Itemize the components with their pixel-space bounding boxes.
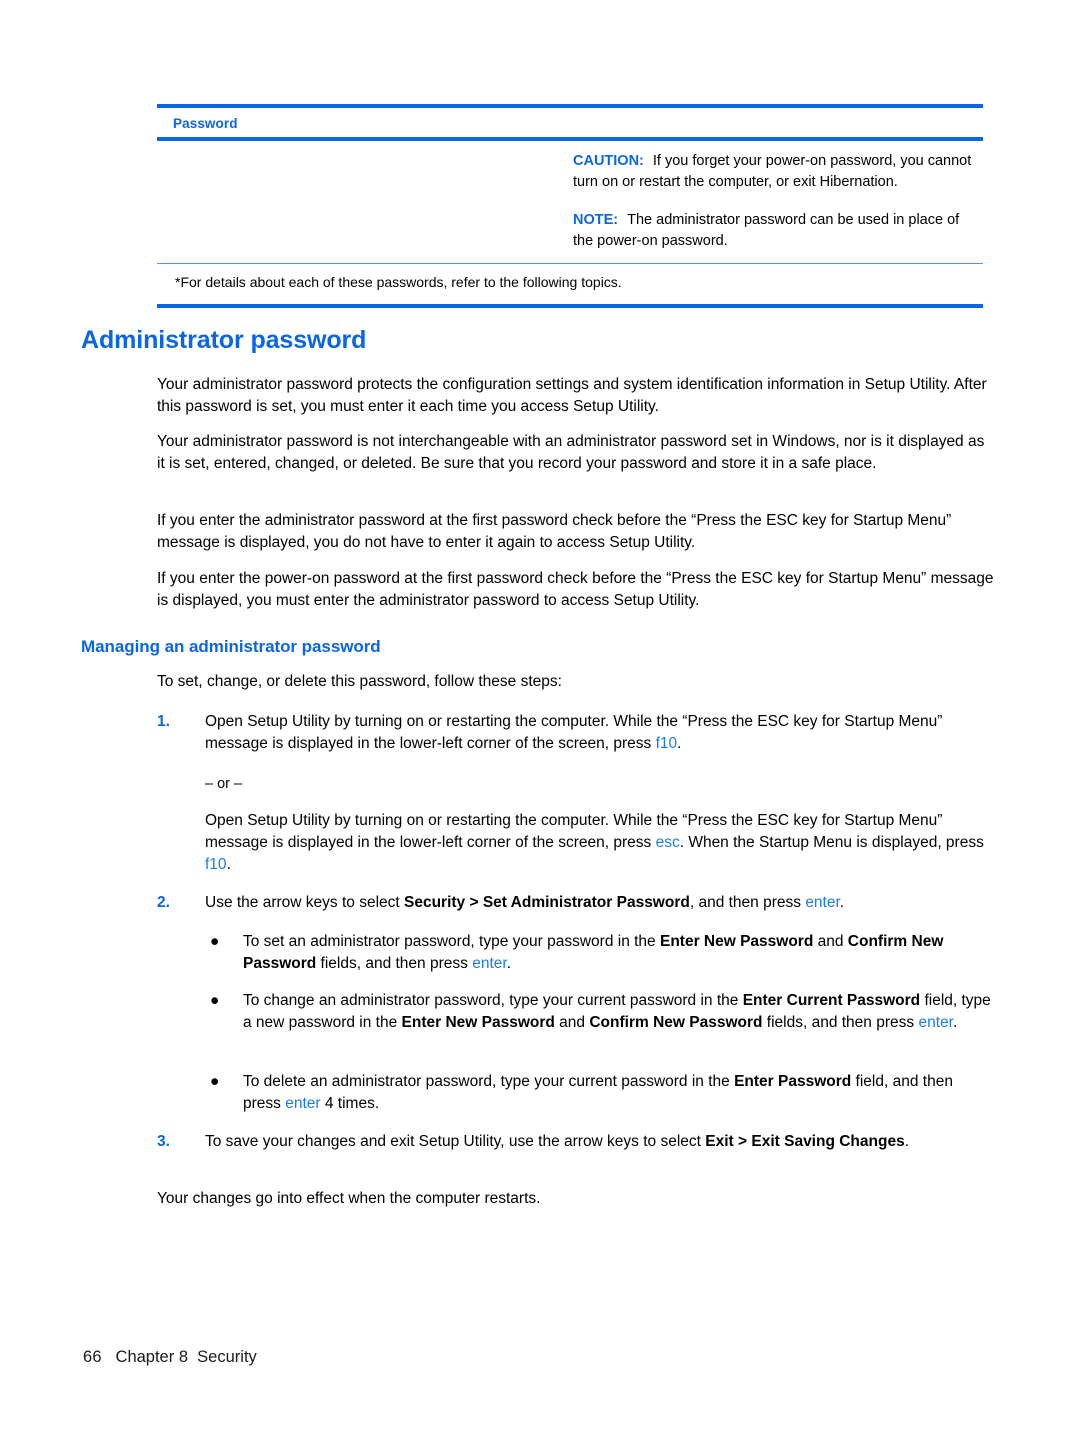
bullet-1-text: To set an administrator password, type y…	[243, 931, 995, 975]
key-esc: esc	[655, 834, 680, 852]
page-footer: 66 Chapter 8 Security	[83, 1348, 257, 1367]
paragraph-4-wrapper: If you enter the power-on password at th…	[157, 568, 995, 612]
step-2: 2. Use the arrow keys to select Security…	[157, 892, 995, 914]
table-header-cell: Password	[173, 116, 238, 131]
step-3: 3. To save your changes and exit Setup U…	[157, 1131, 995, 1153]
step-2-number: 2.	[157, 894, 170, 911]
key-enter-bullet3: enter	[285, 1095, 321, 1113]
bullet-2-text: To change an administrator password, typ…	[243, 990, 995, 1034]
bullet-1-text-b: and	[813, 933, 848, 950]
step-1-text-b: .	[677, 735, 682, 753]
note-label: NOTE:	[573, 212, 619, 229]
paragraph-3: If you enter the administrator password …	[157, 512, 952, 552]
list-item-delete-password: ● To delete an administrator password, t…	[205, 1071, 995, 1115]
step-2-text-b: , and then press	[689, 894, 806, 911]
bullet-3-text-a: To delete an administrator password, typ…	[243, 1073, 735, 1090]
step-3-text-b: .	[904, 1133, 910, 1150]
bullet-2-text-e: .	[952, 1014, 958, 1032]
key-enter-bullet1: enter	[472, 955, 507, 973]
table-bottom-rule	[157, 303, 983, 308]
field-enter-new-password: Enter New Password	[659, 933, 814, 950]
key-enter-step2: enter	[805, 894, 840, 911]
step-3-text-a: To save your changes and exit Setup Util…	[205, 1133, 706, 1150]
note-text: The administrator password can be used i…	[573, 212, 960, 249]
bullet-glyph-1: ●	[210, 933, 220, 950]
page-title: Administrator password	[81, 326, 367, 354]
paragraph-1: Your administrator password protects the…	[157, 376, 987, 416]
step-1-alt-text-c: .	[226, 856, 231, 874]
list-item-change-password: ● To change an administrator password, t…	[205, 990, 995, 1034]
document-page: Password CAUTION: If you forget your powe…	[0, 0, 1080, 1437]
steps-intro: To set, change, or delete this password,…	[157, 673, 562, 690]
step-1-alt-body: Open Setup Utility by turning on or rest…	[205, 810, 995, 876]
closing-paragraph: Your changes go into effect when the com…	[157, 1190, 541, 1207]
key-f10: f10	[655, 735, 678, 753]
password-table: Password CAUTION: If you forget your powe…	[157, 104, 983, 308]
bullet-1-body: To set an administrator password, type y…	[243, 931, 995, 975]
paragraph-2: Your administrator password is not inter…	[157, 433, 985, 473]
step-1-number: 1.	[157, 713, 170, 730]
or-separator: – or –	[205, 776, 243, 792]
step-3-text: To save your changes and exit Setup Util…	[205, 1131, 995, 1153]
paragraph-3-wrapper: If you enter the administrator password …	[157, 510, 995, 554]
table-cell-right: CAUTION: If you forget your power-on pass…	[573, 151, 983, 251]
step-1-body: Open Setup Utility by turning on or rest…	[205, 711, 995, 755]
bullet-1-text-a: To set an administrator password, type y…	[243, 933, 660, 950]
steps-intro-wrapper: To set, change, or delete this password,…	[157, 671, 995, 693]
step-2-menu-path: Security > Set Administrator Password	[404, 894, 690, 911]
bullet-3-text: To delete an administrator password, typ…	[243, 1071, 995, 1115]
footer-section: Security	[197, 1348, 257, 1366]
paragraph-4: If you enter the power-on password at th…	[157, 570, 994, 610]
step-1-alt-text-b: . When the Startup Menu is displayed, pr…	[679, 834, 984, 852]
key-enter-bullet2: enter	[918, 1014, 953, 1032]
step-2-text-c: .	[839, 894, 845, 911]
step-2-text: Use the arrow keys to select Security > …	[205, 892, 995, 914]
paragraph-2-wrapper: Your administrator password is not inter…	[157, 431, 995, 475]
bullet-2-text-a: To change an administrator password, typ…	[243, 992, 743, 1009]
bullet-1-text-d: .	[506, 955, 511, 973]
table-footnote: *For details about each of these passwor…	[175, 274, 622, 291]
step-1-alt-text: Open Setup Utility by turning on or rest…	[205, 810, 995, 876]
step-1-text-a: Open Setup Utility by turning on or rest…	[205, 713, 943, 753]
bullet-3-text-c: 4 times.	[320, 1095, 380, 1113]
step-3-number: 3.	[157, 1133, 170, 1150]
bullet-2-text-d: fields, and then press	[762, 1014, 919, 1032]
step-1: 1. Open Setup Utility by turning on or r…	[157, 711, 995, 755]
footer-page-number: 66	[83, 1348, 102, 1366]
bullet-1-text-c: fields, and then press	[316, 955, 473, 973]
step-1-alternative: Open Setup Utility by turning on or rest…	[157, 810, 995, 876]
paragraph-1-wrapper: Your administrator password protects the…	[157, 374, 995, 418]
caution-label: CAUTION:	[573, 153, 644, 169]
table-cell-left-empty	[157, 151, 573, 251]
section-heading-managing: Managing an administrator password	[81, 637, 381, 656]
step-3-menu-path: Exit > Exit Saving Changes	[705, 1133, 905, 1150]
step-1-alt-spacer	[157, 810, 205, 876]
field-enter-password: Enter Password	[734, 1073, 852, 1090]
key-f10-alt: f10	[205, 856, 227, 874]
list-item-set-password: ● To set an administrator password, type…	[205, 931, 995, 975]
step-2-text-a: Use the arrow keys to select	[205, 894, 404, 911]
table-body-row: CAUTION: If you forget your power-on pass…	[157, 141, 983, 263]
field-enter-current-password: Enter Current Password	[742, 992, 921, 1009]
footer-chapter: Chapter 8	[115, 1348, 188, 1366]
step-2-body: Use the arrow keys to select Security > …	[205, 892, 995, 914]
closing-paragraph-wrapper: Your changes go into effect when the com…	[157, 1188, 995, 1210]
field-enter-new-password-2: Enter New Password	[401, 1014, 555, 1032]
note-admonition: NOTE: The administrator password can be u…	[573, 210, 979, 251]
bullet-3-body: To delete an administrator password, typ…	[243, 1071, 995, 1115]
caution-admonition: CAUTION: If you forget your power-on pass…	[573, 151, 979, 192]
bullet-glyph-3: ●	[210, 1073, 220, 1090]
field-confirm-new-password-2: Confirm New Password	[589, 1014, 763, 1032]
step-1-text: Open Setup Utility by turning on or rest…	[205, 711, 995, 755]
bullet-glyph-2: ●	[210, 992, 220, 1009]
step-3-body: To save your changes and exit Setup Util…	[205, 1131, 995, 1153]
bullet-2-text-c: and	[554, 1014, 590, 1032]
bullet-2-body: To change an administrator password, typ…	[243, 990, 995, 1034]
